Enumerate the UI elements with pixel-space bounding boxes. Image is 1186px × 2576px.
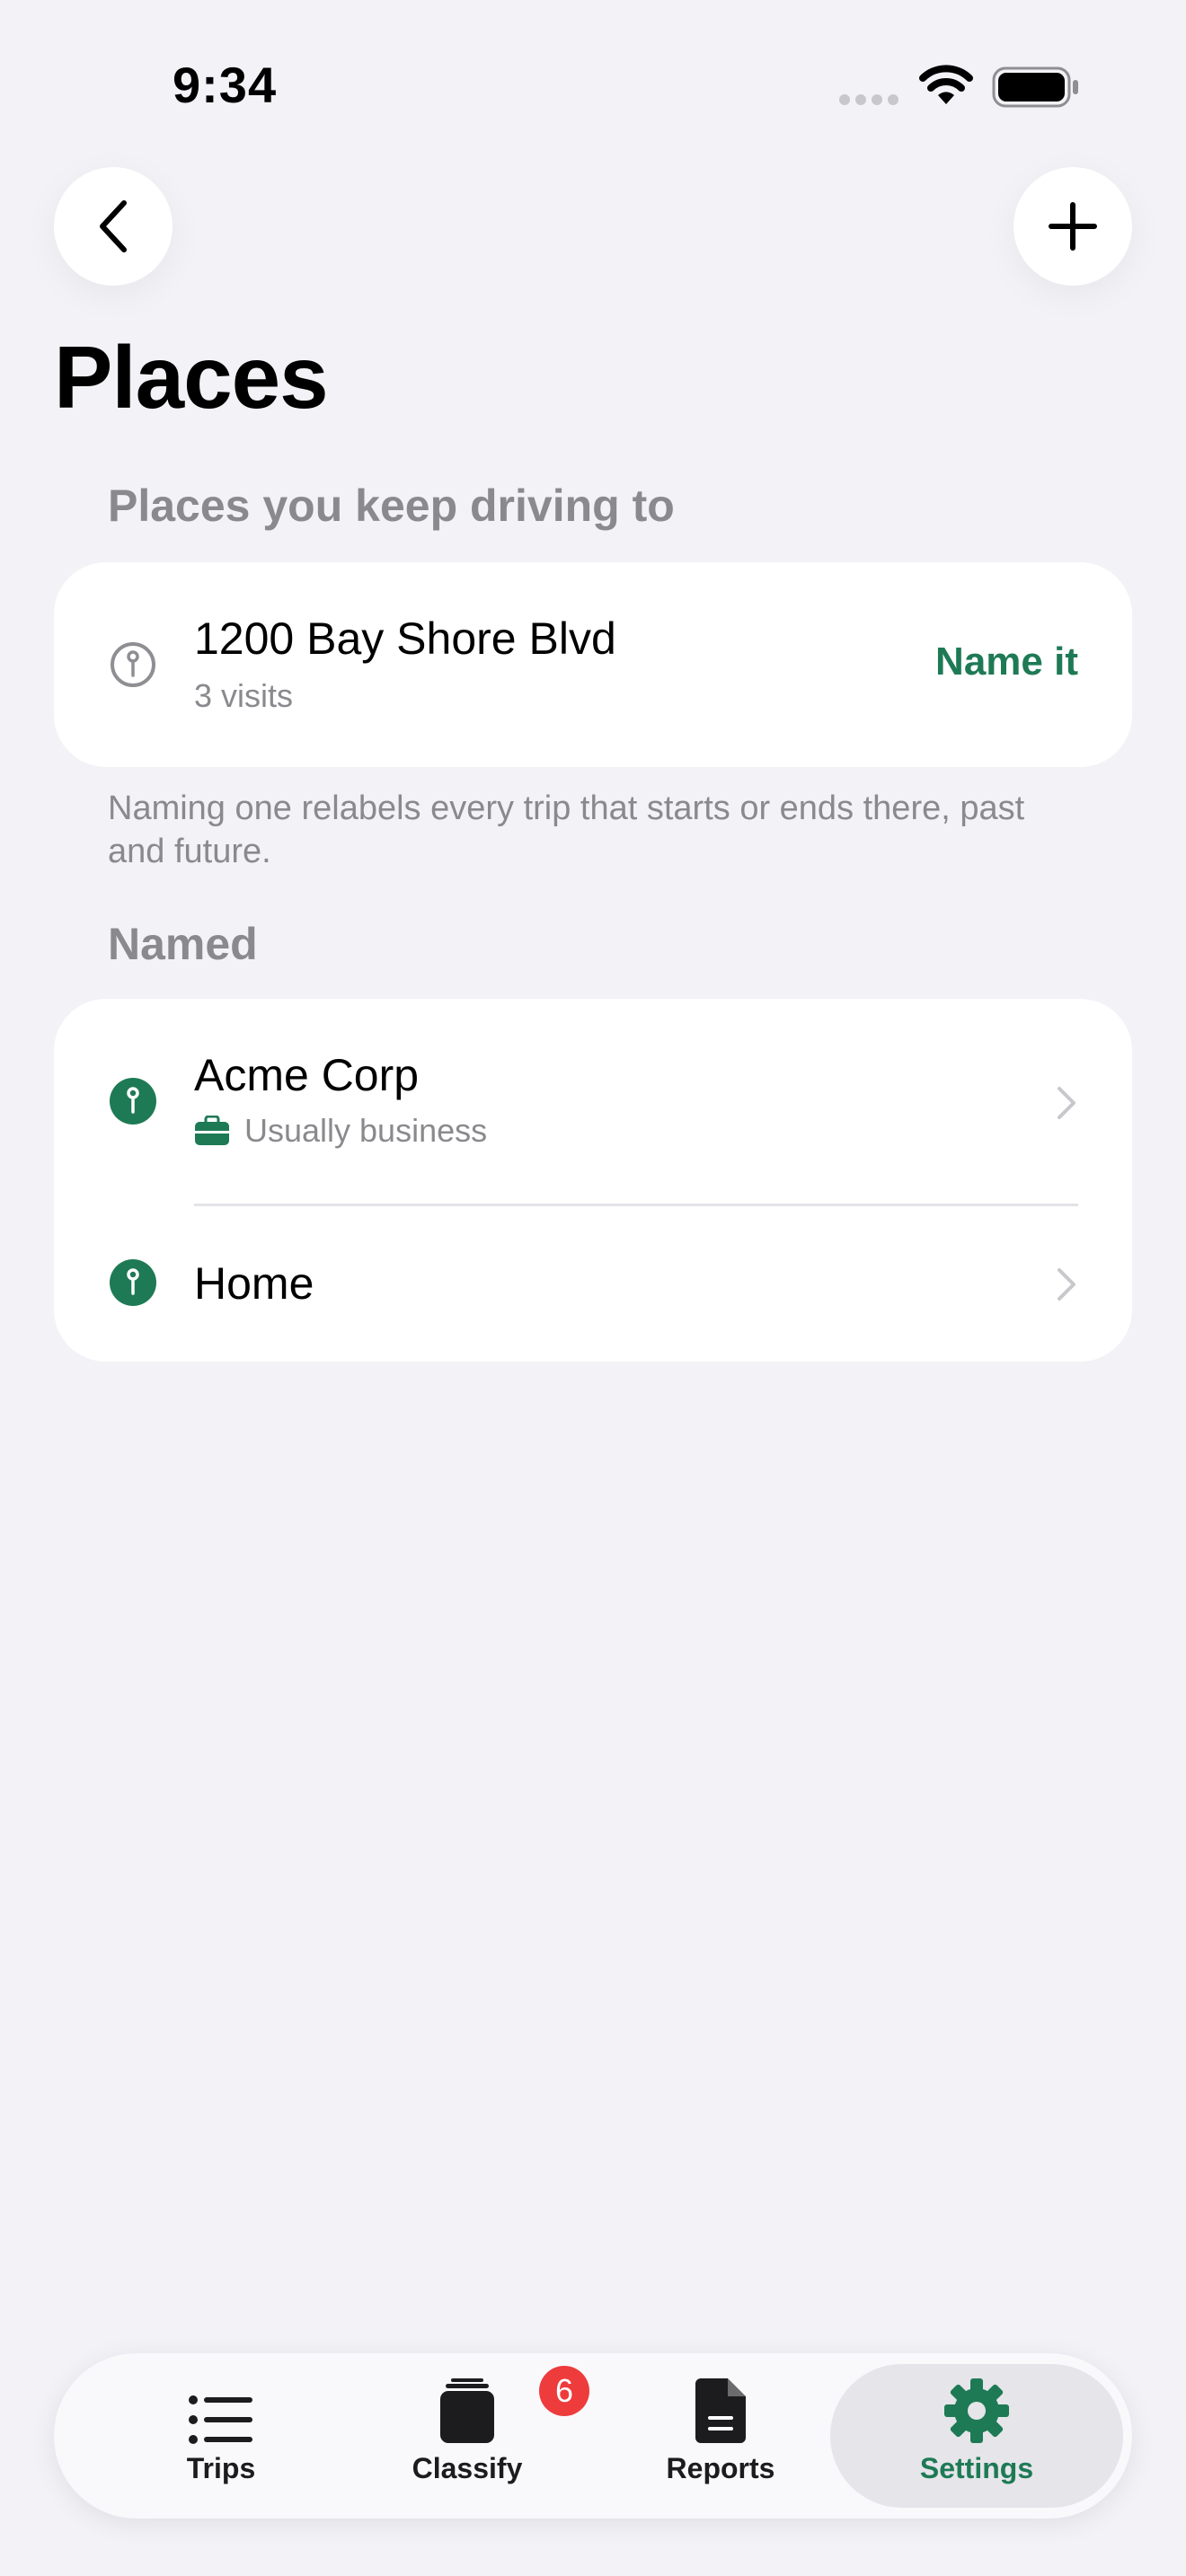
section-header-named: Named <box>108 919 258 969</box>
wifi-icon <box>919 65 973 104</box>
list-item-home[interactable]: Home <box>54 1205 1132 1362</box>
pin-filled-icon <box>110 1078 156 1125</box>
usage-label: Usually business <box>244 1112 488 1149</box>
page-title: Places <box>54 328 329 427</box>
tab-reports[interactable]: Reports <box>640 2353 801 2519</box>
tab-label: Trips <box>186 2452 256 2484</box>
tab-bar: Trips Classify 6 Reports Settings <box>54 2353 1132 2519</box>
pin-outline-icon <box>111 642 155 687</box>
footnote: Naming one relabels every trip that star… <box>108 790 1025 870</box>
gear-icon <box>944 2378 1009 2443</box>
list-item-acme-corp[interactable]: Acme Corp Usually business <box>54 999 1132 1206</box>
unnamed-places-card: 1200 Bay Shore Blvd 3 visits Name it <box>54 562 1132 767</box>
tab-classify[interactable]: Classify 6 <box>386 2353 589 2519</box>
list-item[interactable]: 1200 Bay Shore Blvd 3 visits Name it <box>54 562 1132 767</box>
chevron-right-icon <box>1058 1268 1075 1301</box>
place-title: 1200 Bay Shore Blvd <box>194 613 616 664</box>
tab-settings[interactable]: Settings <box>830 2364 1123 2508</box>
named-places-card: Acme Corp Usually business Home <box>54 999 1132 1362</box>
cards-stack-icon <box>440 2378 494 2443</box>
cellular-signal-icon <box>839 93 904 110</box>
place-title: Home <box>194 1258 314 1309</box>
back-button[interactable] <box>54 167 173 286</box>
place-title: Acme Corp <box>194 1050 420 1100</box>
pin-filled-icon <box>110 1259 156 1306</box>
add-place-button[interactable] <box>1013 167 1132 286</box>
visit-count: 3 visits <box>194 677 294 714</box>
tab-label: Classify <box>412 2452 523 2484</box>
plus-icon <box>1049 202 1097 251</box>
document-icon <box>695 2378 746 2443</box>
status-time: 9:34 <box>173 57 278 113</box>
place-subtitle: Usually business <box>194 1112 487 1150</box>
briefcase-icon <box>195 1116 229 1145</box>
tab-label: Reports <box>666 2452 775 2484</box>
notification-badge: 6 <box>539 2366 589 2416</box>
section-header-unnamed: Places you keep driving to <box>108 481 675 531</box>
tab-trips[interactable]: Trips <box>140 2353 302 2519</box>
chevron-right-icon <box>1058 1087 1075 1119</box>
list-icon <box>189 2395 252 2444</box>
name-it-button[interactable]: Name it <box>935 640 1078 684</box>
chevron-left-icon <box>100 200 127 252</box>
tab-label: Settings <box>919 2452 1034 2484</box>
battery-icon <box>992 66 1078 108</box>
